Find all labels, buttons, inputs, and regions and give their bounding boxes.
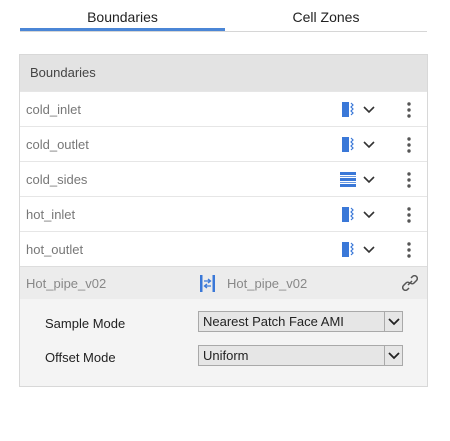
patch-icon[interactable] bbox=[340, 206, 358, 223]
patch-icon[interactable] bbox=[340, 241, 358, 258]
tab-boundaries[interactable]: Boundaries bbox=[20, 0, 225, 31]
chevron-down-icon bbox=[388, 352, 400, 360]
more-options-icon[interactable] bbox=[406, 171, 412, 189]
boundary-row-cold-sides[interactable]: cold_sides bbox=[20, 161, 427, 196]
chevron-down-icon[interactable] bbox=[362, 103, 376, 117]
sample-mode-select[interactable]: Nearest Patch Face AMI bbox=[198, 311, 403, 332]
boundaries-panel: Boundaries cold_inlet cold_outlet cold_s… bbox=[19, 54, 428, 387]
offset-mode-label: Offset Mode bbox=[45, 350, 116, 365]
wall-icon[interactable] bbox=[338, 171, 358, 188]
chevron-down-icon[interactable] bbox=[362, 173, 376, 187]
active-tab-indicator bbox=[20, 28, 225, 31]
more-options-icon[interactable] bbox=[406, 241, 412, 259]
tab-cell-zones[interactable]: Cell Zones bbox=[225, 0, 427, 31]
boundary-name: cold_outlet bbox=[26, 137, 89, 152]
boundary-row-hot-outlet[interactable]: hot_outlet bbox=[20, 231, 427, 266]
more-options-icon[interactable] bbox=[406, 206, 412, 224]
chevron-down-icon[interactable] bbox=[362, 138, 376, 152]
boundary-row-hot-inlet[interactable]: hot_inlet bbox=[20, 196, 427, 231]
boundary-name: cold_inlet bbox=[26, 102, 81, 117]
dropdown-arrow[interactable] bbox=[384, 312, 402, 331]
more-options-icon[interactable] bbox=[406, 101, 412, 119]
more-options-icon[interactable] bbox=[406, 136, 412, 154]
chevron-down-icon[interactable] bbox=[362, 208, 376, 222]
boundary-name: Hot_pipe_v02 bbox=[26, 276, 107, 291]
boundary-name: cold_sides bbox=[26, 172, 88, 187]
boundary-row-cold-inlet[interactable]: cold_inlet bbox=[20, 91, 427, 126]
chevron-down-icon bbox=[388, 318, 400, 326]
offset-mode-value: Uniform bbox=[203, 348, 249, 363]
patch-icon[interactable] bbox=[340, 136, 358, 153]
offset-mode-select[interactable]: Uniform bbox=[198, 345, 403, 366]
patch-icon[interactable] bbox=[340, 101, 358, 118]
sample-mode-value: Nearest Patch Face AMI bbox=[203, 314, 344, 329]
dropdown-arrow[interactable] bbox=[384, 346, 402, 365]
cyclic-ami-icon bbox=[200, 275, 215, 292]
panel-header: Boundaries bbox=[20, 55, 427, 91]
tab-bar: Boundaries Cell Zones bbox=[20, 0, 427, 32]
boundary-name: hot_inlet bbox=[26, 207, 76, 222]
neighbour-patch-name: Hot_pipe_v02 bbox=[227, 276, 308, 291]
boundary-row-hot-pipe-v02[interactable]: Hot_pipe_v02 Hot_pipe_v02 bbox=[20, 266, 427, 299]
boundary-row-cold-outlet[interactable]: cold_outlet bbox=[20, 126, 427, 161]
chevron-down-icon[interactable] bbox=[362, 243, 376, 257]
sample-mode-label: Sample Mode bbox=[45, 316, 126, 331]
boundary-name: hot_outlet bbox=[26, 242, 84, 257]
link-icon[interactable] bbox=[402, 275, 418, 291]
